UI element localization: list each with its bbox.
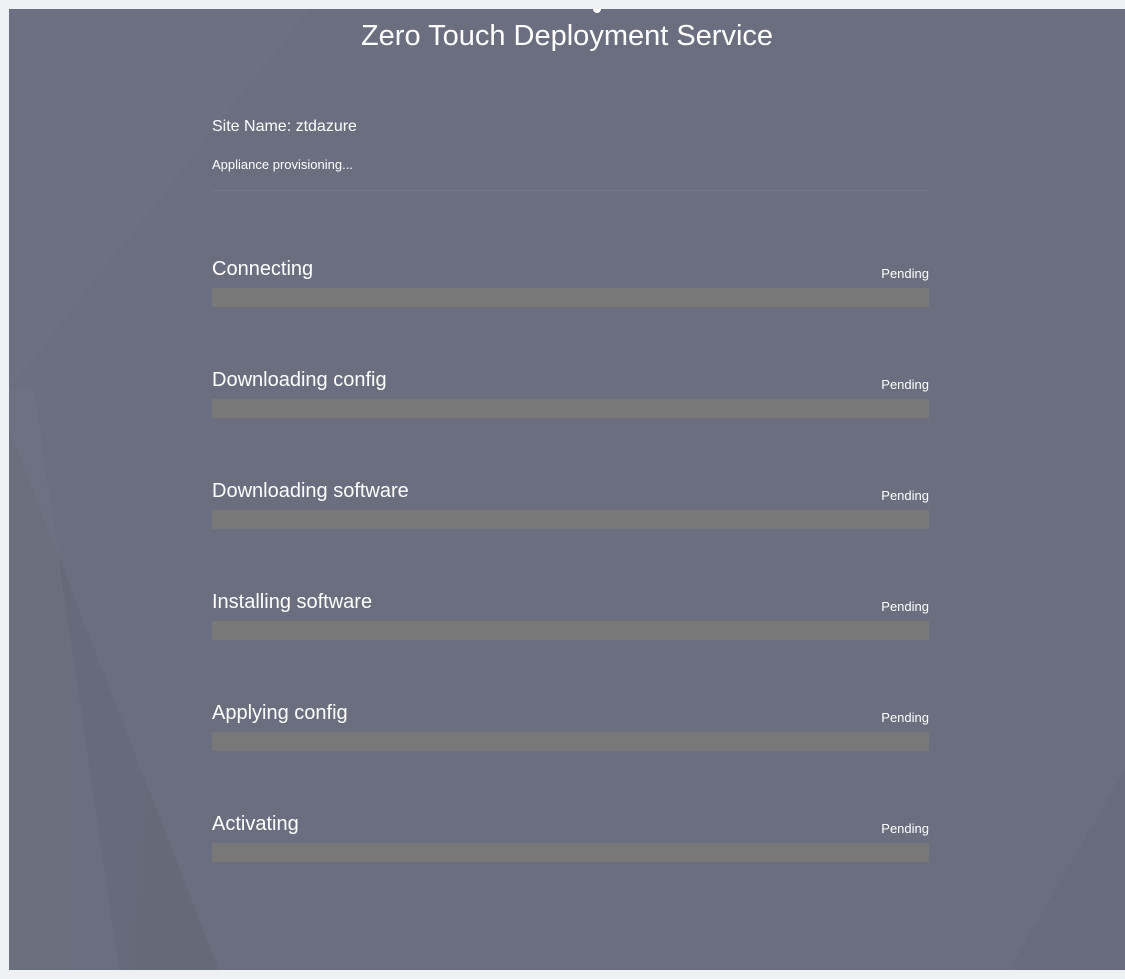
step-label: Installing software xyxy=(212,591,373,613)
step-status: Pending xyxy=(881,266,929,281)
step-progress-bar xyxy=(212,288,929,307)
deployment-panel: Zero Touch Deployment Service Site Name:… xyxy=(9,9,1125,970)
step-status: Pending xyxy=(881,488,929,503)
step-label: Downloading software xyxy=(212,480,409,502)
step-connecting: Connecting Pending xyxy=(212,257,929,312)
step-status: Pending xyxy=(881,377,929,392)
step-progress-bar xyxy=(212,399,929,418)
step-progress-bar xyxy=(212,843,929,862)
top-indicator-dot xyxy=(593,9,601,13)
step-status: Pending xyxy=(881,821,929,836)
step-installing-software: Installing software Pending xyxy=(212,590,929,645)
step-applying-config: Applying config Pending xyxy=(212,701,929,756)
step-progress-bar xyxy=(212,510,929,529)
step-status: Pending xyxy=(881,599,929,614)
step-activating: Activating Pending xyxy=(212,812,929,867)
page-title: Zero Touch Deployment Service xyxy=(360,20,774,52)
step-label: Applying config xyxy=(212,702,348,724)
site-name-text: Site Name: ztdazure xyxy=(212,118,357,135)
step-label: Activating xyxy=(212,813,299,835)
step-downloading-software: Downloading software Pending xyxy=(212,479,929,534)
provisioning-status-text: Appliance provisioning... xyxy=(212,157,353,172)
step-label: Downloading config xyxy=(212,369,387,391)
step-progress-bar xyxy=(212,732,929,751)
step-progress-bar xyxy=(212,621,929,640)
header-divider xyxy=(212,190,928,191)
step-label: Connecting xyxy=(212,258,314,280)
step-status: Pending xyxy=(881,710,929,725)
step-downloading-config: Downloading config Pending xyxy=(212,368,929,423)
